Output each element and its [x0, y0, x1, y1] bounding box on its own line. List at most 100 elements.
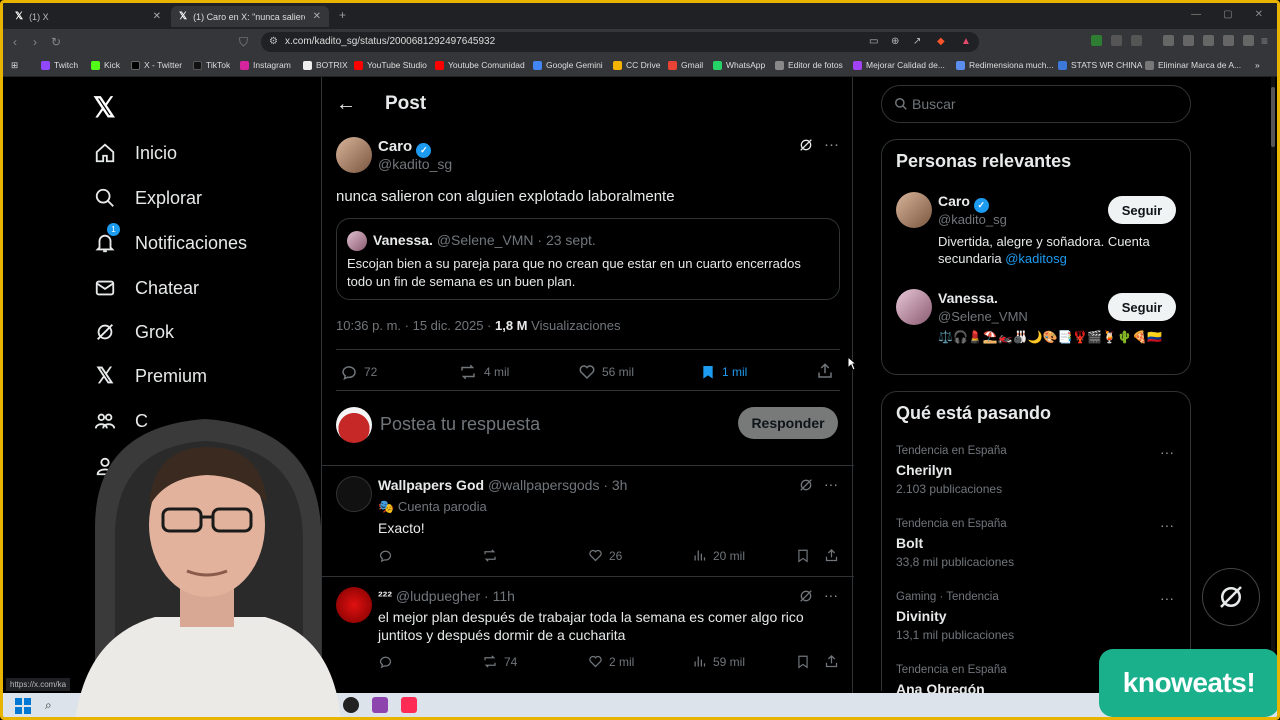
- reply-button[interactable]: [378, 548, 393, 563]
- app-icon[interactable]: [372, 697, 388, 713]
- like-button[interactable]: 56 mil: [578, 363, 634, 381]
- share-icon[interactable]: [816, 362, 834, 385]
- bookmark-item[interactable]: WhatsApp: [713, 60, 765, 70]
- follow-button[interactable]: Seguir: [1108, 196, 1176, 224]
- reply-button[interactable]: 72: [340, 363, 377, 381]
- scrollbar-thumb[interactable]: [1271, 87, 1275, 147]
- brave-rewards-icon[interactable]: ▲: [961, 36, 971, 47]
- reply-item[interactable]: ²²² @ludpuegher · 11h el mejor plan desp…: [322, 577, 854, 687]
- bookmark-page-icon[interactable]: ⛉: [239, 35, 248, 50]
- bookmark-item[interactable]: Editor de fotos: [775, 60, 843, 70]
- reload-icon[interactable]: ↻: [51, 35, 61, 49]
- more-icon[interactable]: ···: [824, 136, 839, 153]
- reply-input[interactable]: Postea tu respuesta: [380, 414, 540, 435]
- share-icon[interactable]: [824, 548, 839, 568]
- more-icon[interactable]: ···: [824, 587, 838, 603]
- close-tab-icon[interactable]: ✕: [153, 11, 161, 22]
- bookmark-item[interactable]: YouTube Studio: [354, 60, 427, 70]
- bookmark-icon[interactable]: [796, 654, 810, 674]
- more-bookmarks-icon[interactable]: »: [1255, 60, 1260, 70]
- extension-icon[interactable]: [1131, 35, 1142, 46]
- media-icon[interactable]: [1163, 35, 1174, 46]
- person-name[interactable]: Vanessa.: [938, 290, 998, 306]
- nav-item-premium[interactable]: 𝕏 Premium: [93, 363, 207, 388]
- reply-author-name[interactable]: Wallpapers God: [378, 477, 484, 493]
- bookmark-item[interactable]: Redimensiona much...: [956, 60, 1054, 70]
- url-field[interactable]: ⚙ x.com/kadito_sg/status/200068129249764…: [261, 32, 979, 52]
- x-logo[interactable]: 𝕏: [93, 91, 116, 124]
- nav-item-inicio[interactable]: Inicio: [93, 141, 177, 165]
- windows-start-icon[interactable]: [15, 698, 31, 714]
- bookmark-item[interactable]: BOTRIX: [303, 60, 348, 70]
- maximize-icon[interactable]: ▢: [1223, 9, 1232, 20]
- reply-button[interactable]: [378, 654, 393, 669]
- browser-tab-1[interactable]: 𝕏 (1) X ✕: [7, 6, 169, 27]
- bookmark-item[interactable]: Google Gemini: [533, 60, 603, 70]
- grok-icon[interactable]: [798, 477, 814, 498]
- screen-icon[interactable]: ▭: [869, 36, 878, 47]
- reply-author-name[interactable]: ²²²: [378, 588, 392, 604]
- person-name[interactable]: Caro ✓: [938, 193, 989, 213]
- bookmark-item[interactable]: STATS WR CHINA: [1058, 60, 1142, 70]
- apps-icon[interactable]: ⊞: [11, 60, 18, 71]
- browser-tab-2[interactable]: 𝕏 (1) Caro en X: "nunca salieron co ✕: [171, 6, 329, 27]
- wallet-icon[interactable]: [1203, 35, 1214, 46]
- avatar[interactable]: [896, 289, 932, 325]
- share-icon[interactable]: ↗: [913, 36, 921, 47]
- views-button[interactable]: 59 mil: [692, 654, 745, 669]
- bookmark-item[interactable]: Instagram: [240, 60, 291, 70]
- trend-item[interactable]: Tendencia en España Bolt 33,8 mil public…: [882, 511, 1190, 575]
- like-button[interactable]: 2 mil: [588, 654, 634, 669]
- reply-submit-button[interactable]: Responder: [738, 407, 838, 439]
- search-icon[interactable]: ⌕: [45, 698, 52, 713]
- app-icon[interactable]: [343, 697, 359, 713]
- menu-icon[interactable]: ≡: [1261, 34, 1268, 48]
- extension-icon[interactable]: [1111, 35, 1122, 46]
- trend-item[interactable]: Gaming · Tendencia Divinity 13,1 mil pub…: [882, 584, 1190, 648]
- avatar[interactable]: [896, 192, 932, 228]
- leo-icon[interactable]: [1223, 35, 1234, 46]
- bookmark-item[interactable]: TikTok: [193, 60, 230, 70]
- repost-button[interactable]: [482, 548, 504, 563]
- more-icon[interactable]: ···: [1160, 590, 1174, 606]
- scrollbar[interactable]: [1271, 77, 1275, 693]
- more-icon[interactable]: ···: [824, 476, 838, 492]
- back-arrow-icon[interactable]: ←: [336, 93, 356, 116]
- brave-shield-icon[interactable]: ◆: [937, 36, 945, 47]
- close-window-icon[interactable]: ✕: [1255, 9, 1263, 20]
- bookmark-item[interactable]: Kick: [91, 60, 120, 70]
- share-icon[interactable]: [824, 654, 839, 674]
- grok-fab-button[interactable]: [1202, 568, 1260, 626]
- like-button[interactable]: 26: [588, 548, 622, 563]
- grok-icon[interactable]: [798, 588, 814, 609]
- sidebar-icon[interactable]: [1183, 35, 1194, 46]
- more-icon[interactable]: ···: [1160, 517, 1174, 533]
- views-button[interactable]: 20 mil: [692, 548, 745, 563]
- bookmark-item[interactable]: CC Drive: [613, 60, 660, 70]
- minimize-icon[interactable]: —: [1191, 9, 1201, 20]
- author-handle[interactable]: @kadito_sg: [378, 156, 452, 172]
- reply-item[interactable]: Wallpapers God @wallpapersgods · 3h 🎭 Cu…: [322, 466, 854, 576]
- nav-item-explorar[interactable]: Explorar: [93, 186, 202, 210]
- search-input[interactable]: Buscar: [881, 85, 1191, 123]
- bookmark-item[interactable]: Gmail: [668, 60, 703, 70]
- new-tab-icon[interactable]: +: [339, 8, 346, 22]
- grok-icon[interactable]: [798, 137, 814, 158]
- back-icon[interactable]: ‹: [13, 35, 17, 49]
- bookmark-item[interactable]: Youtube Comunidad: [435, 60, 525, 70]
- extension-icon[interactable]: [1091, 35, 1102, 46]
- repost-button[interactable]: 74: [482, 654, 517, 669]
- zoom-icon[interactable]: ⊕: [891, 36, 899, 47]
- tiktok-icon[interactable]: [401, 697, 417, 713]
- bio-link[interactable]: @kaditosg: [1005, 251, 1067, 266]
- more-icon[interactable]: ···: [1160, 444, 1174, 460]
- nav-item-chatear[interactable]: Chatear: [93, 276, 199, 300]
- bookmark-item[interactable]: Twitch: [41, 60, 78, 70]
- repost-button[interactable]: 4 mil: [458, 363, 509, 381]
- avatar[interactable]: [336, 137, 372, 173]
- bookmark-item[interactable]: X - Twitter: [131, 60, 182, 70]
- bookmark-button[interactable]: 1 mil: [700, 363, 747, 381]
- nav-item-notificaciones[interactable]: 1 Notificaciones: [93, 223, 247, 255]
- trend-item[interactable]: Tendencia en España Cherilyn 2.103 publi…: [882, 438, 1190, 502]
- forward-icon[interactable]: ›: [33, 35, 37, 49]
